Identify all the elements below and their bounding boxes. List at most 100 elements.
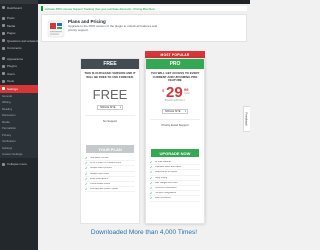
sidebar-item-dashboard[interactable]: Dashboard — [0, 4, 38, 12]
dashboard-icon — [2, 6, 5, 10]
admin-bar — [38, 0, 250, 4]
sidebar-item-label: Posts — [7, 16, 15, 21]
check-icon: ✔ — [150, 170, 153, 175]
pro-plan-card: PRO YOU WILL GET ACCESS TO EVERY CURRENT… — [145, 58, 205, 224]
pro-plan-name: PRO — [169, 61, 181, 67]
license-notice[interactable]: Activate PRO License Support Tracking (G… — [41, 6, 247, 11]
sidebar-item-comments[interactable]: Comments — [0, 45, 38, 53]
feedback-tab-label: Feedback — [245, 112, 249, 126]
your-plan-label: YOUR PLAN — [98, 146, 122, 152]
plugin-subtitle: Upgrade to the PRO version of the plugin… — [68, 24, 158, 32]
ribbon-label: MOST POPULAR — [160, 52, 190, 57]
check-icon: ✔ — [150, 186, 153, 191]
comments-icon — [2, 46, 5, 50]
posts-icon — [2, 16, 5, 20]
sidebar-item-appearance[interactable]: Appearance — [0, 55, 38, 63]
tools-icon — [2, 79, 5, 83]
sidebar-item-tools[interactable]: Tools — [0, 78, 38, 86]
list-item: ✔ Auto-Approve posts / replies — [85, 187, 135, 193]
sidebar-subitem-label: Permalinks — [2, 126, 16, 131]
feature-text: Spam protection — [154, 197, 172, 200]
your-plan-button[interactable]: YOUR PLAN — [86, 145, 134, 153]
price-period: /year — [184, 92, 190, 95]
sidebar-item-label: Pages — [7, 31, 16, 36]
plugin-header: Plans and Pricing Upgrade to the PRO ver… — [41, 14, 247, 42]
free-feature-list: ✔ Free Basic Version ✔ Up to 5 Users in Pr… — [85, 156, 135, 193]
sidebar-item-media[interactable]: Media — [0, 22, 38, 30]
collapse-menu-button[interactable]: Collapse menu — [0, 161, 38, 169]
upgrade-now-label: UPGRADE NOW — [159, 150, 191, 156]
sidebar-item-plugins[interactable]: Plugins — [0, 63, 38, 71]
check-icon: ✔ — [150, 196, 153, 201]
check-icon: ✔ — [150, 191, 153, 196]
price-billed: BILLED ANNUALLY — [164, 100, 186, 102]
users-icon — [2, 72, 5, 76]
pro-site-select[interactable]: SINGLE SITE ▾ — [162, 109, 188, 114]
sidebar-item-users[interactable]: Users — [0, 70, 38, 78]
sidebar-subitem-label: Media — [2, 119, 10, 124]
pro-feature-list: ✔ All Free features ✔ Unlimited users and … — [150, 160, 200, 202]
feature-text: Up to 5 Users in Private Forum — [89, 162, 122, 165]
check-icon: ✔ — [85, 176, 88, 181]
feature-text: Premium integrations — [154, 192, 177, 195]
sidebar-item-pages[interactable]: Pages — [0, 30, 38, 38]
free-site-select[interactable]: SINGLE SITE ▾ — [97, 105, 123, 110]
feature-text: Customizable colors — [89, 183, 111, 186]
sidebar-subitem-label: General — [2, 93, 12, 98]
upgrade-now-button[interactable]: UPGRADE NOW — [151, 149, 199, 157]
sidebar-item-questions[interactable]: Questions and answers — [0, 37, 38, 45]
sidebar-item-label: Plugins — [7, 64, 17, 69]
feature-text: Unlimited users and topics — [154, 166, 182, 169]
plugins-icon — [2, 64, 5, 68]
sidebar-item-label: Media — [7, 23, 16, 28]
sidebar-item-posts[interactable]: Posts — [0, 15, 38, 23]
sidebar-item-label: Users — [7, 71, 15, 76]
feature-text: Multiple topic fields — [89, 172, 109, 175]
main-content: Activate PRO License Support Tracking (G… — [38, 0, 250, 250]
free-plan-description: THIS IS OUR BASIC VERSION AND IT WILL BE… — [84, 71, 136, 79]
sidebar-item-label: Appearance — [7, 56, 24, 61]
pages-icon — [2, 31, 5, 35]
sidebar-item-label: Dashboard — [7, 5, 22, 10]
check-icon: ✔ — [85, 187, 88, 192]
feature-text: All Free features — [154, 161, 172, 164]
sidebar-subitem-label: Privacy — [2, 132, 12, 137]
most-popular-ribbon: MOST POPULAR — [145, 51, 205, 58]
feature-text: Multiple users profiles — [89, 167, 112, 170]
free-plan-name: FREE — [103, 61, 117, 67]
questions-icon — [2, 39, 5, 43]
downloads-banner: Downloaded More than 4,000 Times! — [90, 229, 198, 236]
free-plan-price: FREE — [92, 87, 128, 102]
feature-text: Front-end moderation — [154, 187, 177, 190]
check-icon: ✔ — [85, 161, 88, 166]
list-item: ✔ Spam protection — [150, 196, 200, 202]
check-icon: ✔ — [150, 160, 153, 165]
sidebar-subitem-label: Discussion — [2, 113, 16, 118]
sidebar-item-label: Questions and answers — [7, 38, 38, 43]
pro-plan-support: Priority Email Support — [161, 123, 189, 127]
sidebar-subitem-label: Verification — [2, 139, 16, 144]
free-plan-support: No Support — [102, 119, 118, 123]
sidebar-subitem-label: Settings — [2, 145, 13, 150]
feature-text: Email notifications — [89, 177, 109, 180]
feature-text: User badges and roles — [154, 181, 178, 184]
sidebar-item-label: Tools — [7, 79, 15, 84]
check-icon: ✔ — [150, 165, 153, 170]
feedback-tab[interactable]: Feedback — [243, 106, 250, 132]
feature-text: Reply voting — [154, 176, 168, 179]
sidebar-subitem-label: Reading — [2, 106, 13, 111]
feature-text: Free Basic Version — [89, 157, 109, 160]
chevron-down-icon: ▾ — [184, 110, 186, 113]
feature-text: Attachments for topics — [154, 171, 178, 174]
pro-plan-description: YOU WILL GET ACCESS TO EVERY CURRENT AND… — [150, 71, 200, 82]
sidebar-subitem-label: Custom Settings — [2, 152, 23, 157]
settings-icon — [2, 87, 5, 91]
check-icon: ✔ — [150, 180, 153, 185]
sidebar-item-label: Comments — [7, 46, 22, 51]
check-icon: ✔ — [85, 166, 88, 171]
collapse-icon — [2, 162, 5, 166]
check-icon: ✔ — [85, 171, 88, 176]
admin-sidebar: Dashboard Posts Media Pages Questions an… — [0, 0, 38, 250]
sidebar-item-settings[interactable]: Settings — [0, 85, 38, 93]
notice-text: Activate PRO License Support Tracking (G… — [45, 6, 155, 11]
